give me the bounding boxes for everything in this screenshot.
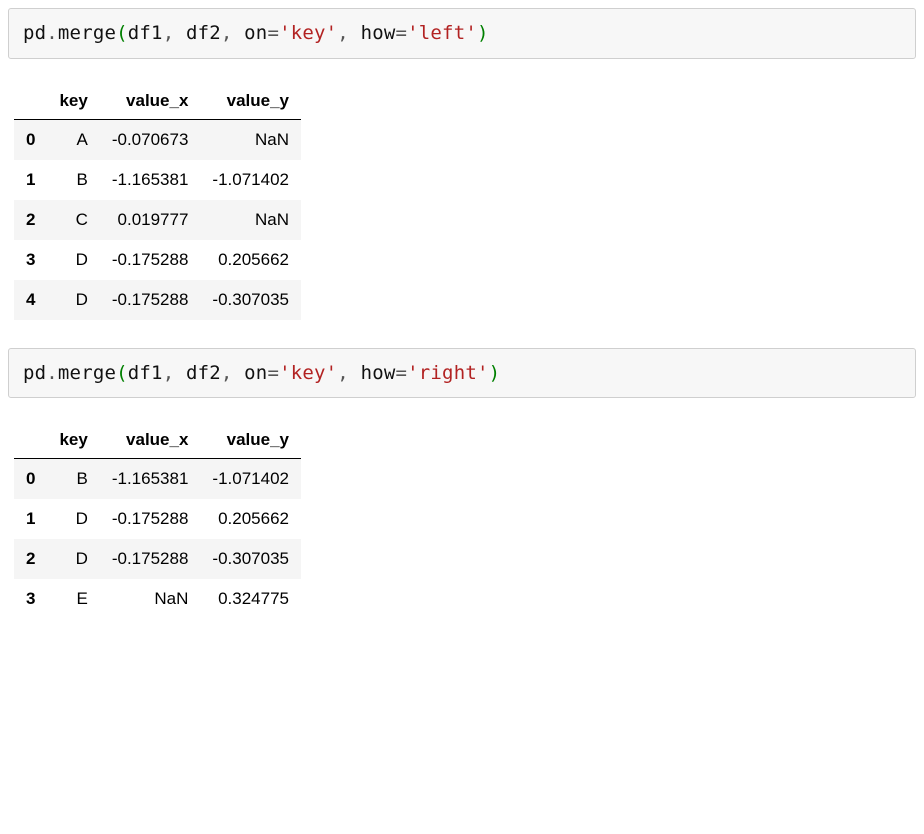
cell: D xyxy=(47,240,99,280)
code-token-arg: df1 xyxy=(128,22,163,44)
row-index: 1 xyxy=(14,499,47,539)
cell: B xyxy=(47,459,99,500)
cell: 0.205662 xyxy=(200,499,301,539)
code-token-dot: . xyxy=(46,22,58,44)
cell: -0.307035 xyxy=(200,539,301,579)
code-token-arg: df1 xyxy=(128,362,163,384)
code-token-kwarg: on xyxy=(244,22,267,44)
code-token-func: merge xyxy=(58,362,116,384)
code-token-eq: = xyxy=(267,362,279,384)
row-index: 2 xyxy=(14,539,47,579)
code-token-paren-close: ) xyxy=(489,362,501,384)
cell: E xyxy=(47,579,99,619)
cell: 0.324775 xyxy=(200,579,301,619)
code-token-dot: . xyxy=(46,362,58,384)
cell: 0.205662 xyxy=(200,240,301,280)
column-header: value_y xyxy=(200,81,301,120)
cell: D xyxy=(47,539,99,579)
row-index: 3 xyxy=(14,240,47,280)
row-index: 0 xyxy=(14,119,47,160)
table-corner xyxy=(14,81,47,120)
code-token-arg: df2 xyxy=(186,362,221,384)
table-row: 2 D -0.175288 -0.307035 xyxy=(14,539,301,579)
cell: NaN xyxy=(100,579,201,619)
table-row: 0 A -0.070673 NaN xyxy=(14,119,301,160)
cell: B xyxy=(47,160,99,200)
cell: -0.307035 xyxy=(200,280,301,320)
code-token-comma: , xyxy=(221,22,244,44)
column-header: key xyxy=(47,420,99,459)
cell: 0.019777 xyxy=(100,200,201,240)
code-token-comma: , xyxy=(221,362,244,384)
code-token-kwarg: on xyxy=(244,362,267,384)
code-token-kwarg: how xyxy=(361,362,396,384)
code-cell: pd.merge(df1, df2, on='key', how='right'… xyxy=(8,348,916,399)
cell: A xyxy=(47,119,99,160)
cell: -0.175288 xyxy=(100,240,201,280)
table-header-row: key value_x value_y xyxy=(14,81,301,120)
table-row: 3 D -0.175288 0.205662 xyxy=(14,240,301,280)
table-header-row: key value_x value_y xyxy=(14,420,301,459)
column-header: value_y xyxy=(200,420,301,459)
cell: C xyxy=(47,200,99,240)
table-row: 1 B -1.165381 -1.071402 xyxy=(14,160,301,200)
cell: NaN xyxy=(200,200,301,240)
code-token-eq: = xyxy=(396,22,408,44)
cell: -0.175288 xyxy=(100,280,201,320)
row-index: 1 xyxy=(14,160,47,200)
table-row: 2 C 0.019777 NaN xyxy=(14,200,301,240)
dataframe-output: key value_x value_y 0 A -0.070673 NaN 1 … xyxy=(14,81,301,320)
code-token-kwarg: how xyxy=(361,22,396,44)
code-token-arg: df2 xyxy=(186,22,221,44)
code-token-paren-open: ( xyxy=(116,362,128,384)
code-token-string: 'left' xyxy=(407,22,477,44)
row-index: 2 xyxy=(14,200,47,240)
column-header: value_x xyxy=(100,420,201,459)
cell: -1.071402 xyxy=(200,459,301,500)
cell: -0.175288 xyxy=(100,539,201,579)
code-token-eq: = xyxy=(267,22,279,44)
code-token-string: 'key' xyxy=(279,362,337,384)
cell: -0.175288 xyxy=(100,499,201,539)
code-token-string: 'key' xyxy=(279,22,337,44)
code-token-comma: , xyxy=(163,22,186,44)
row-index: 4 xyxy=(14,280,47,320)
column-header: key xyxy=(47,81,99,120)
code-token-string: 'right' xyxy=(407,362,488,384)
cell: -1.165381 xyxy=(100,160,201,200)
dataframe-output: key value_x value_y 0 B -1.165381 -1.071… xyxy=(14,420,301,619)
cell: -1.071402 xyxy=(200,160,301,200)
row-index: 0 xyxy=(14,459,47,500)
code-token-comma: , xyxy=(337,22,360,44)
code-token-module: pd xyxy=(23,362,46,384)
table-row: 1 D -0.175288 0.205662 xyxy=(14,499,301,539)
table-corner xyxy=(14,420,47,459)
code-token-comma: , xyxy=(163,362,186,384)
cell: NaN xyxy=(200,119,301,160)
table-row: 3 E NaN 0.324775 xyxy=(14,579,301,619)
code-token-paren-close: ) xyxy=(477,22,489,44)
code-token-module: pd xyxy=(23,22,46,44)
code-token-eq: = xyxy=(396,362,408,384)
cell: D xyxy=(47,280,99,320)
row-index: 3 xyxy=(14,579,47,619)
code-token-paren-open: ( xyxy=(116,22,128,44)
table-row: 0 B -1.165381 -1.071402 xyxy=(14,459,301,500)
code-cell: pd.merge(df1, df2, on='key', how='left') xyxy=(8,8,916,59)
code-token-func: merge xyxy=(58,22,116,44)
code-token-comma: , xyxy=(337,362,360,384)
cell: -0.070673 xyxy=(100,119,201,160)
column-header: value_x xyxy=(100,81,201,120)
cell: -1.165381 xyxy=(100,459,201,500)
cell: D xyxy=(47,499,99,539)
table-row: 4 D -0.175288 -0.307035 xyxy=(14,280,301,320)
